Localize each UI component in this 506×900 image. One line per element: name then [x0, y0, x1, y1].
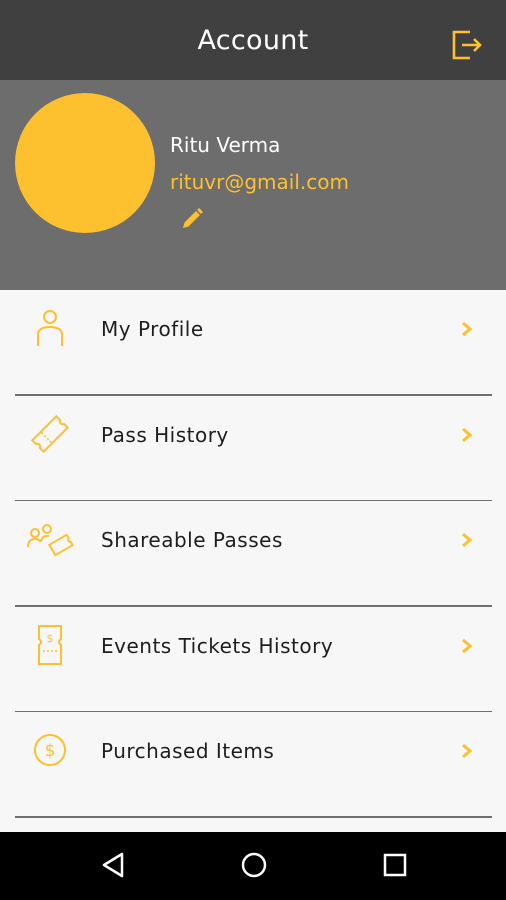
- divider: [15, 816, 492, 818]
- app-bar: Account: [0, 0, 506, 80]
- user-email: rituvr@gmail.com: [170, 170, 349, 194]
- chevron-right-icon: [462, 638, 473, 653]
- share-pass-icon: [27, 524, 75, 557]
- chevron-right-icon: [462, 427, 473, 442]
- menu-item-label: My Profile: [101, 317, 204, 341]
- menu-item-label: Pass History: [101, 422, 229, 447]
- system-nav-bar: [0, 832, 506, 900]
- chevron-right-icon: [462, 321, 473, 337]
- profile-header: Ritu Verma rituvr@gmail.com: [0, 80, 506, 290]
- pencil-icon[interactable]: [180, 207, 204, 231]
- avatar[interactable]: [15, 93, 155, 233]
- chevron-right-icon: [462, 743, 473, 759]
- menu-item-label: Purchased Items: [101, 739, 275, 763]
- event-ticket-icon: $: [38, 624, 62, 665]
- back-icon[interactable]: [98, 850, 128, 880]
- chevron-right-icon: [462, 532, 473, 548]
- svg-text:$: $: [47, 632, 54, 645]
- menu-item-shareable-passes[interactable]: Shareable Passes: [0, 501, 506, 607]
- home-icon[interactable]: [239, 850, 269, 880]
- svg-text:$: $: [45, 741, 56, 761]
- recents-icon[interactable]: [380, 850, 410, 880]
- person-icon: [37, 310, 63, 346]
- user-name: Ritu Verma: [170, 133, 281, 157]
- account-menu: My Profile Pass History Shareable Passes…: [0, 290, 506, 818]
- dollar-coin-icon: $: [34, 734, 66, 766]
- page-title: Account: [197, 24, 309, 56]
- menu-item-label: Events Tickets History: [101, 633, 334, 658]
- logout-icon[interactable]: [450, 28, 484, 62]
- ticket-icon: [30, 414, 70, 453]
- menu-item-pass-history[interactable]: Pass History: [0, 396, 506, 501]
- menu-item-my-profile[interactable]: My Profile: [0, 290, 506, 396]
- menu-item-purchased-items[interactable]: $ Purchased Items: [0, 712, 506, 818]
- menu-item-label: Shareable Passes: [101, 528, 283, 552]
- menu-item-events-tickets-history[interactable]: $ Events Tickets History: [0, 607, 506, 712]
